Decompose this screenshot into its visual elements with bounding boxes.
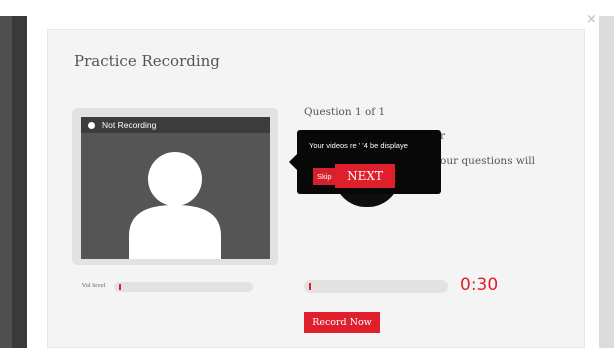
question-counter: Question 1 of 1 [304,106,386,118]
next-button[interactable]: NEXT [335,164,395,188]
countdown-timer: 0:30 [460,275,499,295]
question-text: our questions will [440,155,535,167]
user-silhouette-icon [129,152,221,259]
record-now-button[interactable]: Record Now [304,312,380,333]
tooltip-arrow [289,154,297,170]
volume-meter-fill [119,284,121,290]
top-strip [0,0,614,16]
volume-meter [114,282,253,292]
modal-title: Practice Recording [74,52,220,70]
background-edge-right [599,0,614,348]
volume-label: Vol level [82,283,106,289]
timer-progress-bar [304,280,448,293]
tooltip-text: Your videos re ' '4 be displaye [309,141,408,150]
close-icon[interactable]: × [586,13,597,27]
timer-progress-fill [309,283,311,290]
video-preview: Not Recording [81,117,270,259]
